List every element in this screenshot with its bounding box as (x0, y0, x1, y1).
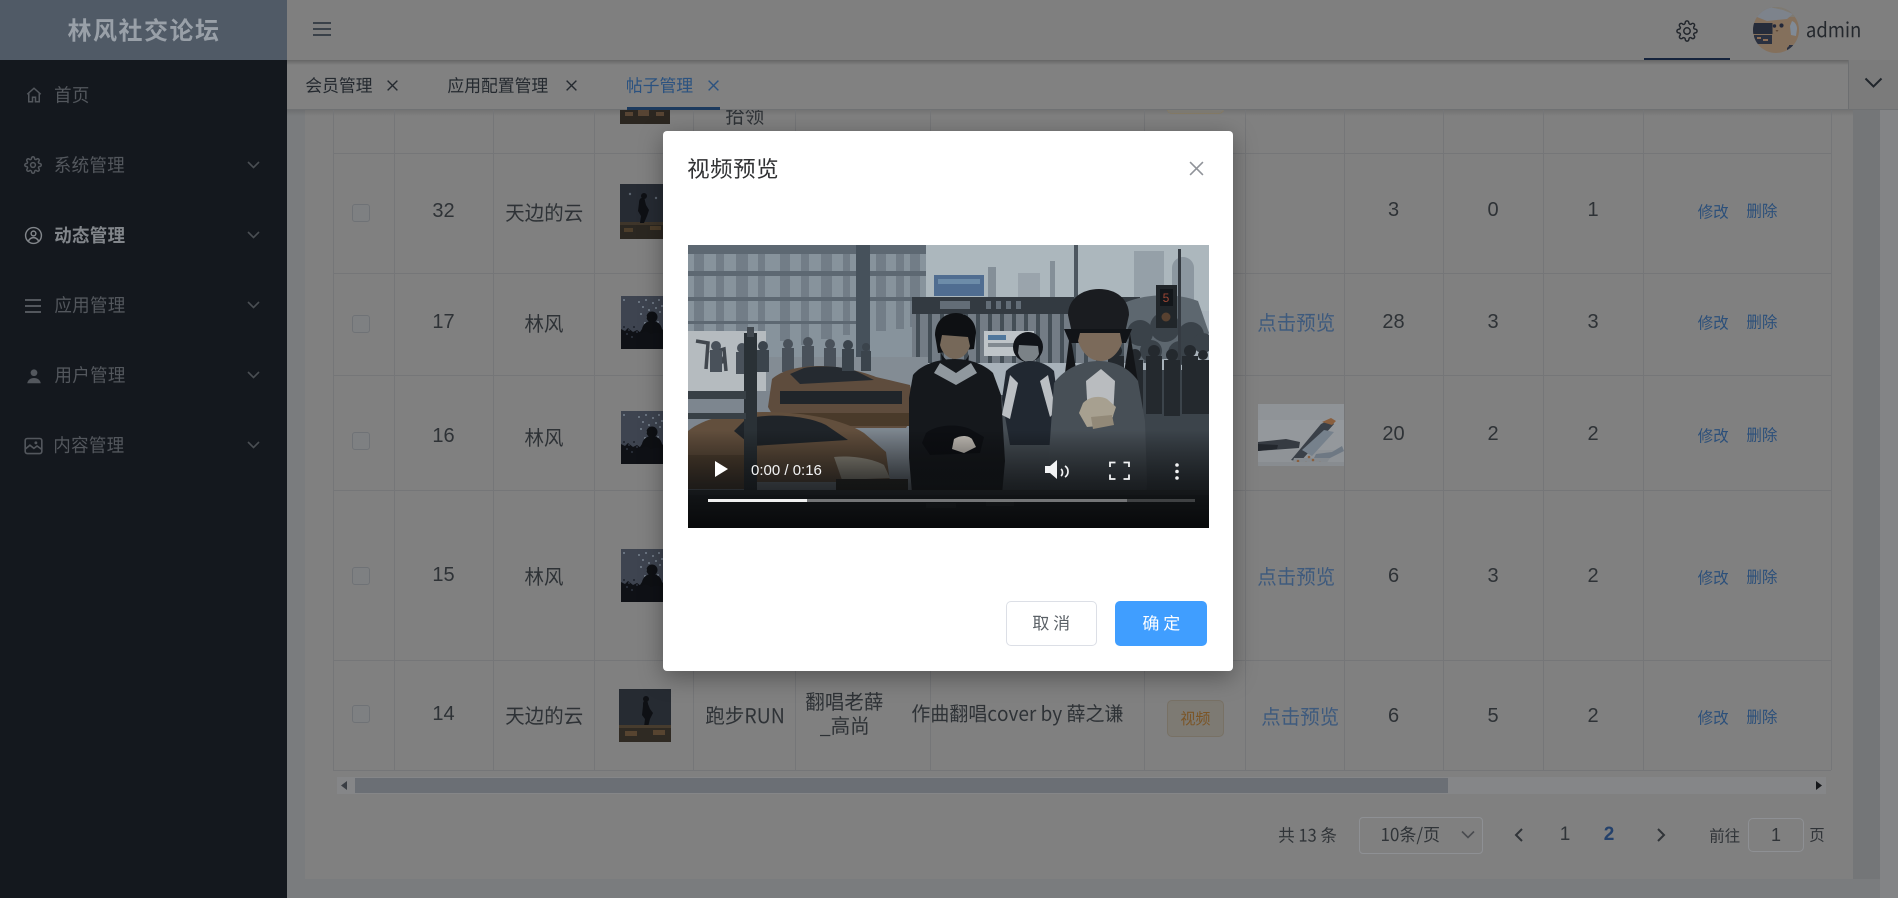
svg-text:0:00 / 0:16: 0:00 / 0:16 (751, 462, 822, 479)
